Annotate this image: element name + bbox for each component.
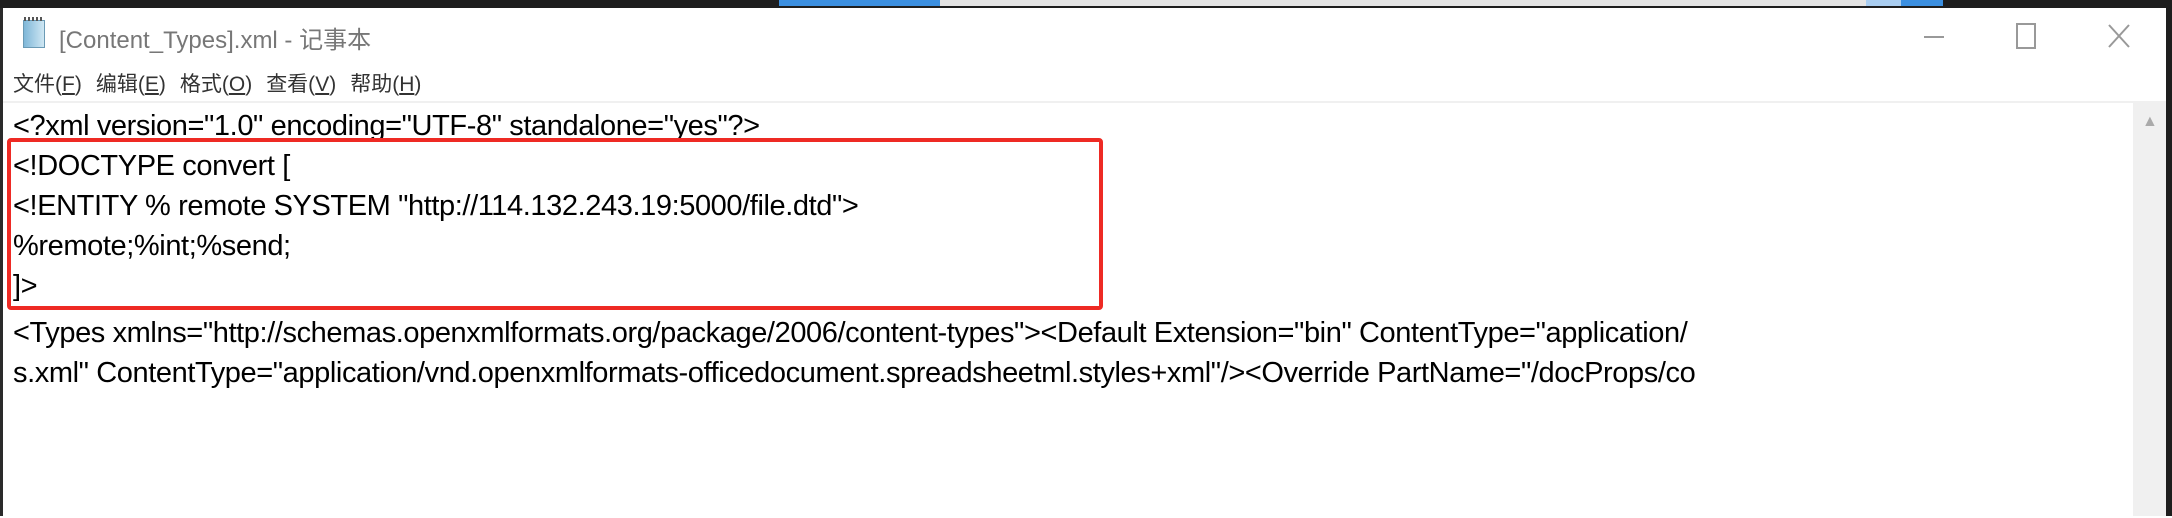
minimize-button[interactable] [1894, 8, 1974, 64]
menu-file[interactable]: 文件(F) [13, 68, 82, 98]
maximize-icon [2016, 23, 2036, 49]
menu-label: 编辑( [95, 73, 145, 96]
menu-label: 查看( [266, 73, 316, 96]
menu-label: 格式( [179, 73, 229, 96]
menu-label: 帮助( [350, 73, 400, 96]
maximize-button[interactable] [1986, 8, 2066, 64]
background-window-edge [940, 0, 1866, 6]
window-title: [Content_Types].xml - 记事本 [59, 27, 372, 54]
background-window-edge [1901, 0, 1943, 6]
menu-accesskey: O [228, 73, 246, 96]
menu-label-end: ) [74, 73, 82, 96]
title-bar[interactable]: [Content_Types].xml - 记事本 [3, 8, 2166, 64]
background-window-edge [1866, 0, 1901, 6]
red-highlight-box [7, 138, 1103, 310]
menu-accesskey: E [144, 73, 159, 96]
menu-label-end: ) [158, 73, 166, 96]
menu-accesskey: V [315, 73, 330, 96]
background-edge [2166, 8, 2172, 516]
menu-label-end: ) [414, 73, 422, 96]
menu-bar: 文件(F) 编辑(E) 格式(O) 查看(V) 帮助(H) [3, 64, 2166, 102]
menu-accesskey: H [399, 73, 415, 96]
menu-format[interactable]: 格式(O) [180, 68, 252, 98]
minimize-icon [1924, 36, 1944, 38]
menu-label: 文件( [13, 73, 62, 96]
menu-label-end: ) [329, 73, 337, 96]
menu-view[interactable]: 查看(V) [266, 68, 336, 98]
text-line: s.xml" ContentType="application/vnd.open… [13, 357, 1696, 389]
vertical-scrollbar[interactable]: ▲ [2133, 101, 2166, 516]
menu-help[interactable]: 帮助(H) [350, 68, 421, 98]
menu-edit[interactable]: 编辑(E) [96, 68, 166, 98]
text-line: <Types xmlns="http://schemas.openxmlform… [13, 317, 1688, 349]
menu-accesskey: F [62, 73, 75, 96]
chevron-up-icon[interactable]: ▲ [2142, 113, 2158, 131]
close-icon [2108, 24, 2130, 48]
close-button[interactable] [2079, 8, 2159, 64]
background-taskbar-strip [0, 0, 2172, 8]
notepad-icon[interactable] [23, 17, 45, 48]
menu-label-end: ) [245, 73, 253, 96]
background-window-edge [779, 0, 940, 6]
notepad-window: [Content_Types].xml - 记事本 文件(F) 编辑(E) 格式… [3, 8, 2166, 516]
